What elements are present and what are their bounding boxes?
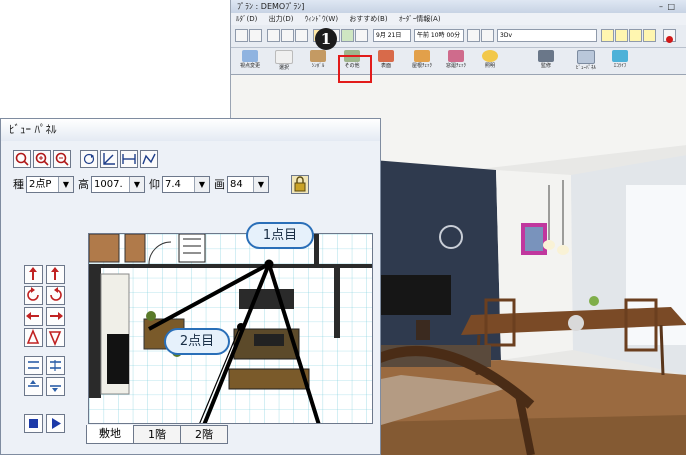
surface-button[interactable]: 表面 — [371, 50, 401, 72]
view-panel-icon — [577, 50, 595, 64]
tilt-down-icon[interactable] — [46, 328, 65, 347]
stop-icon[interactable] — [663, 29, 676, 43]
window-check-icon — [448, 50, 464, 62]
lamp-icon[interactable] — [629, 29, 642, 42]
app-title: ﾌﾟﾗﾝ : DEMOﾌﾟﾗﾝ] — [237, 2, 305, 11]
angle-view-icon[interactable] — [100, 150, 118, 168]
zoom-wide-icon[interactable] — [24, 356, 43, 375]
view-panel-highlight — [338, 55, 372, 83]
surface-icon — [378, 50, 394, 62]
eco-life-icon — [612, 50, 628, 62]
shadow-icon[interactable] — [467, 29, 480, 42]
maximize-icon[interactable]: □ — [667, 0, 675, 13]
light-icon — [482, 50, 498, 62]
height-up-icon[interactable] — [24, 377, 43, 396]
tab-site[interactable]: 敷地 — [86, 425, 134, 444]
point2-callout: 2点目 — [164, 328, 230, 355]
chevron-down-icon: ▼ — [194, 177, 209, 192]
eco-life-button[interactable]: ｴｺﾗｲﾌ — [605, 50, 635, 72]
render-icon[interactable] — [481, 29, 494, 42]
symbol-icon — [310, 50, 326, 62]
move-forward-alt-icon[interactable] — [46, 265, 65, 284]
toolbar-top: 9月 21日 午前 10時 00分 3Dv — [231, 25, 686, 48]
menu-bar: ﾙﾀﾞ(D) 出力(D) ｳｨﾝﾄﾞｳ(W) おすすめ(B) ｵｰﾀﾞｰ情報(A… — [231, 13, 686, 25]
point1-callout: 1点目 — [246, 222, 314, 249]
zoom-out-icon[interactable] — [53, 150, 71, 168]
panel-title: ﾋﾞｭｰ ﾊﾟﾈﾙ — [1, 119, 380, 141]
date-select[interactable]: 9月 21日 — [373, 29, 411, 42]
light-bulb-icon[interactable] — [601, 29, 614, 42]
camera-icon[interactable] — [355, 29, 368, 42]
sun-icon[interactable] — [615, 29, 628, 42]
tilt-up-icon[interactable] — [24, 328, 43, 347]
plan-view-canvas[interactable] — [88, 233, 373, 424]
menu-item-order[interactable]: ｵｰﾀﾞｰ情報(A) — [399, 15, 441, 23]
menu-item-output[interactable]: 出力(D) — [269, 15, 294, 23]
window-check-button[interactable]: 窓廻ﾁｪｯｸ — [441, 50, 471, 72]
menu-item-window[interactable]: ｳｨﾝﾄﾞｳ(W) — [305, 15, 338, 23]
tab-floor2[interactable]: 2階 — [180, 425, 228, 444]
minimize-icon[interactable]: – — [659, 0, 663, 13]
pan-right-icon[interactable] — [46, 307, 65, 326]
rotate-left-icon[interactable] — [24, 286, 43, 305]
app-title-bar: ﾌﾟﾗﾝ : DEMOﾌﾟﾗﾝ] – □ — [231, 0, 686, 13]
elevation-label: 仰 — [149, 178, 160, 191]
spot-icon[interactable] — [643, 29, 656, 42]
tab-floor1[interactable]: 1階 — [133, 425, 181, 444]
lock-icon[interactable] — [291, 175, 309, 194]
chevron-down-icon: ▼ — [58, 177, 73, 192]
grid-icon[interactable] — [295, 29, 308, 42]
lighting-button[interactable]: 照明 — [475, 50, 505, 72]
toolbar-main: 視点変更 選択 ｼﾝﾎﾞﾙ その他 表面 屋根ﾁｪｯｸ 窓廻ﾁｪｯｸ 照明 監修… — [231, 48, 686, 75]
path-view-icon[interactable] — [140, 150, 158, 168]
kind-select[interactable]: 2点P ▼ — [26, 176, 74, 193]
time-select[interactable]: 午前 10時 00分 — [414, 29, 464, 42]
play-icon[interactable] — [46, 414, 65, 433]
height-down-icon[interactable] — [46, 377, 65, 396]
elevation-select[interactable]: 7.4 ▼ — [162, 176, 210, 193]
move-view-button[interactable]: 視点変更 — [235, 50, 265, 72]
view-panel-button[interactable]: ﾋﾞｭｰﾊﾟﾈﾙ — [571, 50, 601, 72]
roof-check-icon — [414, 50, 430, 62]
menu-item-data[interactable]: ﾙﾀﾞ(D) — [236, 15, 257, 23]
help-icon[interactable] — [281, 29, 294, 42]
supervise-button[interactable]: 監修 — [531, 50, 561, 72]
view-angle-select[interactable]: 84 ▼ — [227, 176, 269, 193]
zoom-icon[interactable] — [13, 150, 31, 168]
chevron-down-icon: ▼ — [253, 177, 268, 192]
stop-icon[interactable] — [24, 414, 43, 433]
zoom-narrow-icon[interactable] — [46, 356, 65, 375]
height-label: 高 — [78, 178, 89, 191]
material-icon[interactable] — [341, 29, 354, 42]
roof-check-button[interactable]: 屋根ﾁｪｯｸ — [407, 50, 437, 72]
rotate-right-icon[interactable] — [46, 286, 65, 305]
distance-view-icon[interactable] — [120, 150, 138, 168]
pan-left-icon[interactable] — [24, 307, 43, 326]
zoom-in-icon[interactable] — [33, 150, 51, 168]
cursor-icon — [275, 50, 293, 64]
view-angle-label: 画 — [214, 178, 225, 191]
move-forward-icon[interactable] — [24, 265, 43, 284]
kind-label: 種 — [13, 178, 24, 191]
select-button[interactable]: 選択 — [269, 50, 299, 72]
chevron-down-icon: ▼ — [129, 177, 144, 192]
supervise-icon — [538, 50, 554, 62]
zoom-in-icon[interactable] — [249, 29, 262, 42]
step-marker: 1 — [315, 28, 337, 50]
height-select[interactable]: 1007. ▼ — [91, 176, 145, 193]
rotate-view-icon[interactable] — [80, 150, 98, 168]
zoom-icon[interactable] — [235, 29, 248, 42]
print-icon[interactable] — [267, 29, 280, 42]
symbol-button[interactable]: ｼﾝﾎﾞﾙ — [303, 50, 333, 72]
menu-item-recommend[interactable]: おすすめ(B) — [349, 15, 387, 23]
move-icon — [242, 50, 258, 62]
view-mode-select[interactable]: 3Dv — [497, 29, 597, 42]
